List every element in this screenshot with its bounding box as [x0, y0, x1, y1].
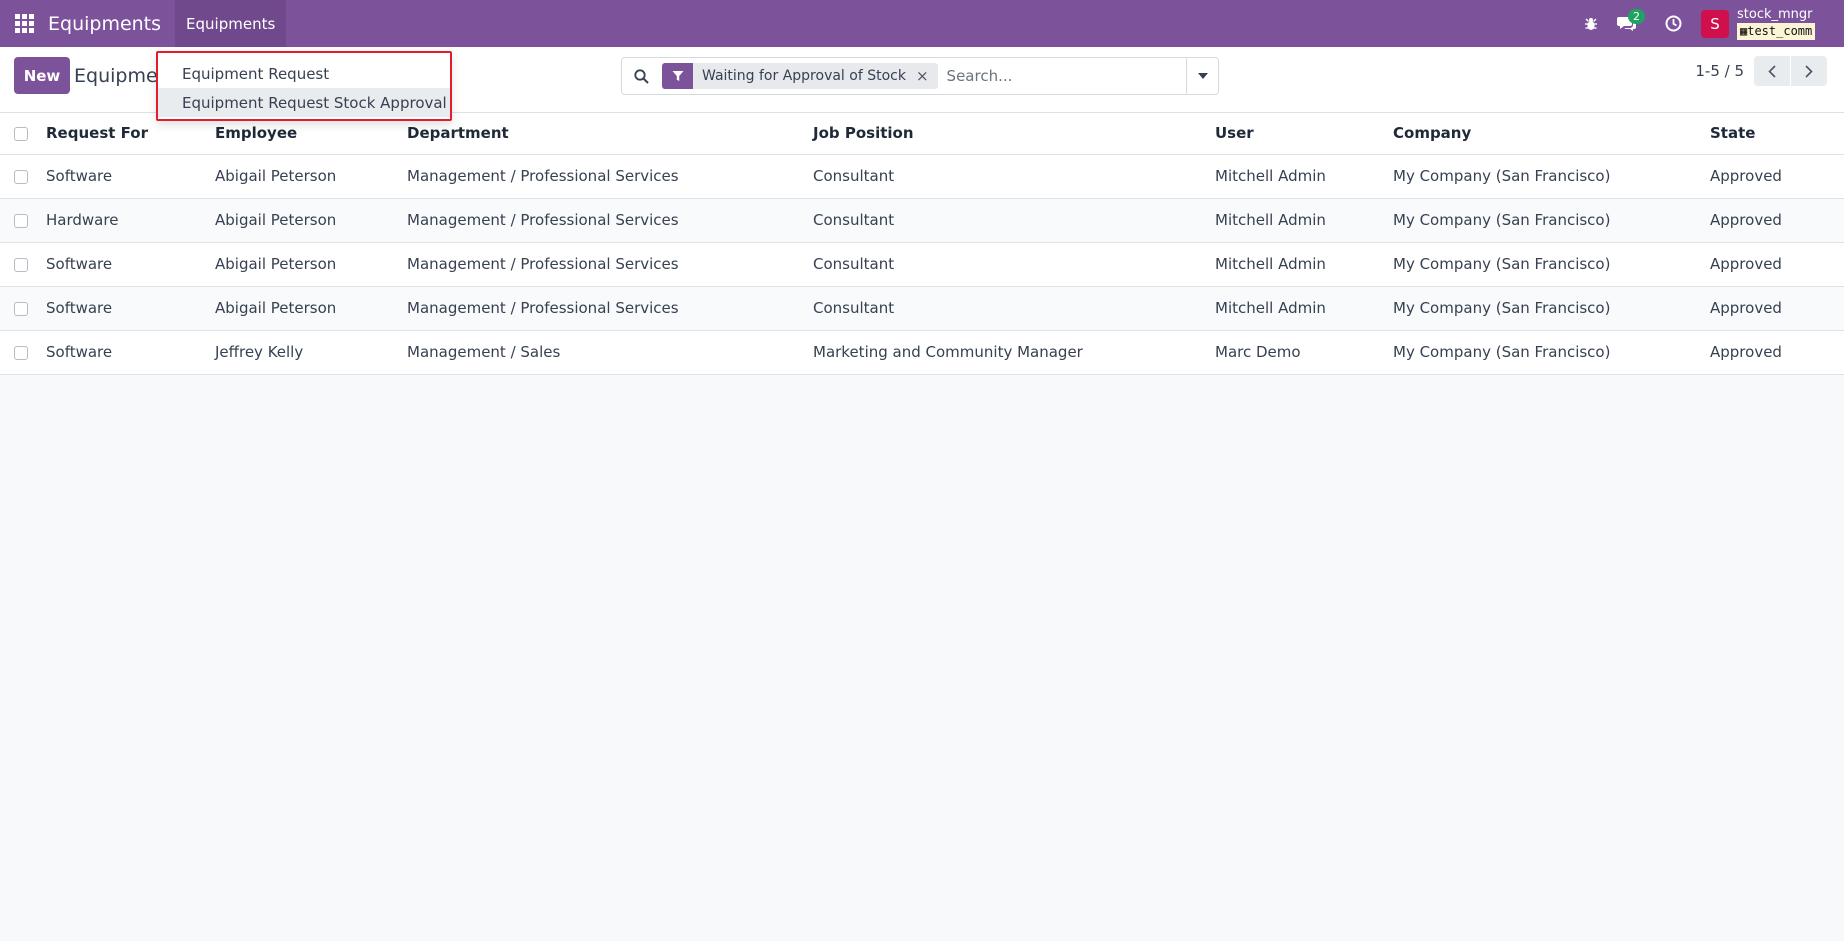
column-header-department[interactable]: Department: [407, 113, 813, 155]
new-button[interactable]: New: [14, 57, 70, 94]
pager: 1-5 / 5: [1695, 56, 1827, 86]
table-row[interactable]: Software Jeffrey Kelly Management / Sale…: [0, 330, 1844, 375]
search-icon[interactable]: [622, 58, 660, 94]
cell-job-position: Consultant: [813, 154, 1215, 199]
cell-user: Mitchell Admin: [1215, 154, 1393, 199]
cell-employee: Abigail Peterson: [215, 198, 407, 243]
list-view: Request For Employee Department Job Posi…: [0, 113, 1844, 375]
cell-job-position: Marketing and Community Manager: [813, 330, 1215, 375]
filter-icon: [662, 63, 693, 89]
select-all-cell: [0, 113, 46, 155]
avatar[interactable]: S: [1701, 9, 1729, 38]
menu-item-equipment-request-stock-approval[interactable]: Equipment Request Stock Approval: [158, 88, 450, 117]
cell-department: Management / Professional Services: [407, 286, 813, 331]
cell-user: Marc Demo: [1215, 330, 1393, 375]
cell-employee: Jeffrey Kelly: [215, 330, 407, 375]
cell-company: My Company (San Francisco): [1393, 242, 1710, 287]
activity-button[interactable]: [1655, 0, 1691, 47]
cell-employee: Abigail Peterson: [215, 286, 407, 331]
user-name: stock_mngr: [1737, 7, 1813, 22]
cell-company: My Company (San Francisco): [1393, 330, 1710, 375]
cell-state: Approved: [1710, 198, 1844, 243]
close-icon[interactable]: ×: [916, 67, 938, 85]
bug-icon: [1585, 17, 1597, 30]
app-title[interactable]: Equipments: [48, 13, 173, 35]
cell-state: Approved: [1710, 154, 1844, 199]
menu-item-equipment-request[interactable]: Equipment Request: [158, 59, 450, 88]
cell-employee: Abigail Peterson: [215, 242, 407, 287]
column-header-state[interactable]: State: [1710, 113, 1844, 155]
search-bar: Waiting for Approval of Stock ×: [621, 57, 1219, 95]
row-checkbox[interactable]: [14, 213, 28, 228]
row-select-cell: [0, 242, 46, 287]
cell-state: Approved: [1710, 242, 1844, 287]
column-header-job-position[interactable]: Job Position: [813, 113, 1215, 155]
database-name: test_comm: [1747, 24, 1813, 38]
chevron-right-icon: [1805, 64, 1813, 78]
clock-icon: [1665, 15, 1681, 32]
cell-job-position: Consultant: [813, 242, 1215, 287]
messaging-button[interactable]: 2: [1609, 0, 1645, 47]
top-navbar: Equipments Equipments 2 S stock_mngr ▦te…: [0, 0, 1844, 47]
pager-previous-button[interactable]: [1754, 56, 1790, 86]
cell-company: My Company (San Francisco): [1393, 154, 1710, 199]
cell-company: My Company (San Francisco): [1393, 286, 1710, 331]
cell-request-for: Software: [46, 286, 215, 331]
cell-request-for: Software: [46, 154, 215, 199]
chevron-left-icon: [1768, 64, 1776, 78]
select-all-checkbox[interactable]: [14, 126, 28, 141]
cell-state: Approved: [1710, 286, 1844, 331]
cell-job-position: Consultant: [813, 198, 1215, 243]
table-row[interactable]: Software Abigail Peterson Management / P…: [0, 286, 1844, 331]
row-checkbox[interactable]: [14, 257, 28, 272]
cell-state: Approved: [1710, 330, 1844, 375]
row-select-cell: [0, 154, 46, 199]
cell-user: Mitchell Admin: [1215, 242, 1393, 287]
row-select-cell: [0, 198, 46, 243]
column-header-company[interactable]: Company: [1393, 113, 1710, 155]
cell-department: Management / Professional Services: [407, 198, 813, 243]
pager-next-button[interactable]: [1791, 56, 1827, 86]
row-checkbox[interactable]: [14, 169, 28, 184]
apps-grid-icon: [14, 14, 34, 33]
table-row[interactable]: Software Abigail Peterson Management / P…: [0, 242, 1844, 287]
row-checkbox[interactable]: [14, 301, 28, 316]
row-select-cell: [0, 330, 46, 375]
equipments-menu-button[interactable]: Equipments: [175, 0, 287, 47]
table-row[interactable]: Software Abigail Peterson Management / P…: [0, 154, 1844, 199]
cell-user: Mitchell Admin: [1215, 286, 1393, 331]
cell-company: My Company (San Francisco): [1393, 198, 1710, 243]
caret-down-icon: [1197, 73, 1208, 79]
column-header-user[interactable]: User: [1215, 113, 1393, 155]
cell-department: Management / Professional Services: [407, 242, 813, 287]
cell-request-for: Hardware: [46, 198, 215, 243]
search-options-toggle[interactable]: [1186, 58, 1218, 94]
cell-department: Management / Professional Services: [407, 154, 813, 199]
search-facet: Waiting for Approval of Stock ×: [662, 63, 938, 89]
pager-value[interactable]: 1-5 / 5: [1695, 62, 1744, 80]
equipments-dropdown-menu: Equipment Request Equipment Request Stoc…: [156, 51, 452, 121]
cell-job-position: Consultant: [813, 286, 1215, 331]
row-select-cell: [0, 286, 46, 331]
message-count-badge: 2: [1628, 9, 1645, 24]
cell-user: Mitchell Admin: [1215, 198, 1393, 243]
search-input[interactable]: [946, 67, 1197, 85]
facet-label: Waiting for Approval of Stock: [702, 68, 906, 84]
table-row[interactable]: Hardware Abigail Peterson Management / P…: [0, 198, 1844, 243]
cell-request-for: Software: [46, 242, 215, 287]
records-table: Request For Employee Department Job Posi…: [0, 113, 1844, 375]
debug-button[interactable]: [1573, 0, 1609, 47]
apps-menu-button[interactable]: [0, 0, 48, 47]
user-menu[interactable]: stock_mngr ▦test_comm: [1737, 7, 1833, 40]
row-checkbox[interactable]: [14, 345, 28, 360]
navbar-systray: 2 S stock_mngr ▦test_comm: [1573, 0, 1844, 47]
cell-request-for: Software: [46, 330, 215, 375]
database-badge: ▦test_comm: [1737, 23, 1816, 40]
cell-department: Management / Sales: [407, 330, 813, 375]
cell-employee: Abigail Peterson: [215, 154, 407, 199]
